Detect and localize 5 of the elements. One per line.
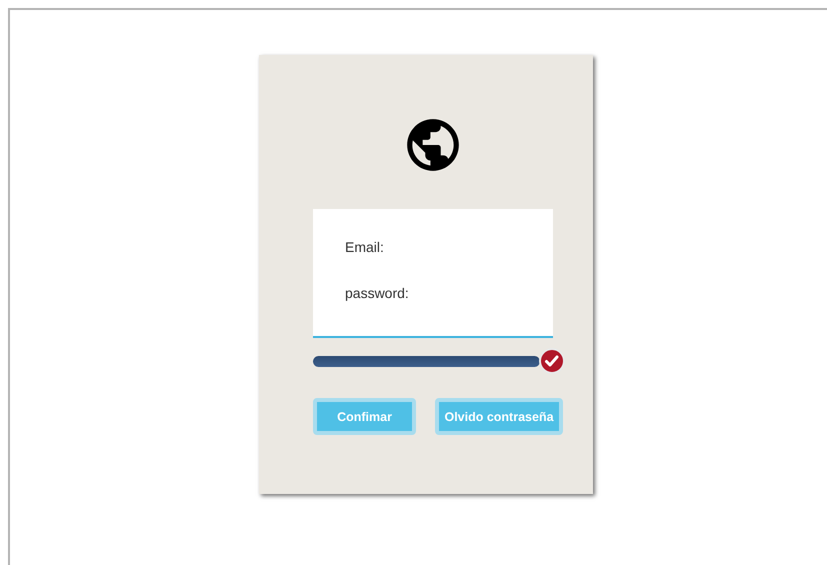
check-icon <box>539 348 565 374</box>
field-label: password: <box>345 285 410 301</box>
forgot-password-button[interactable]: Olvido contraseña <box>435 398 563 435</box>
confirm-button[interactable]: Confimar <box>313 398 416 435</box>
field-label: Email: <box>345 239 385 255</box>
